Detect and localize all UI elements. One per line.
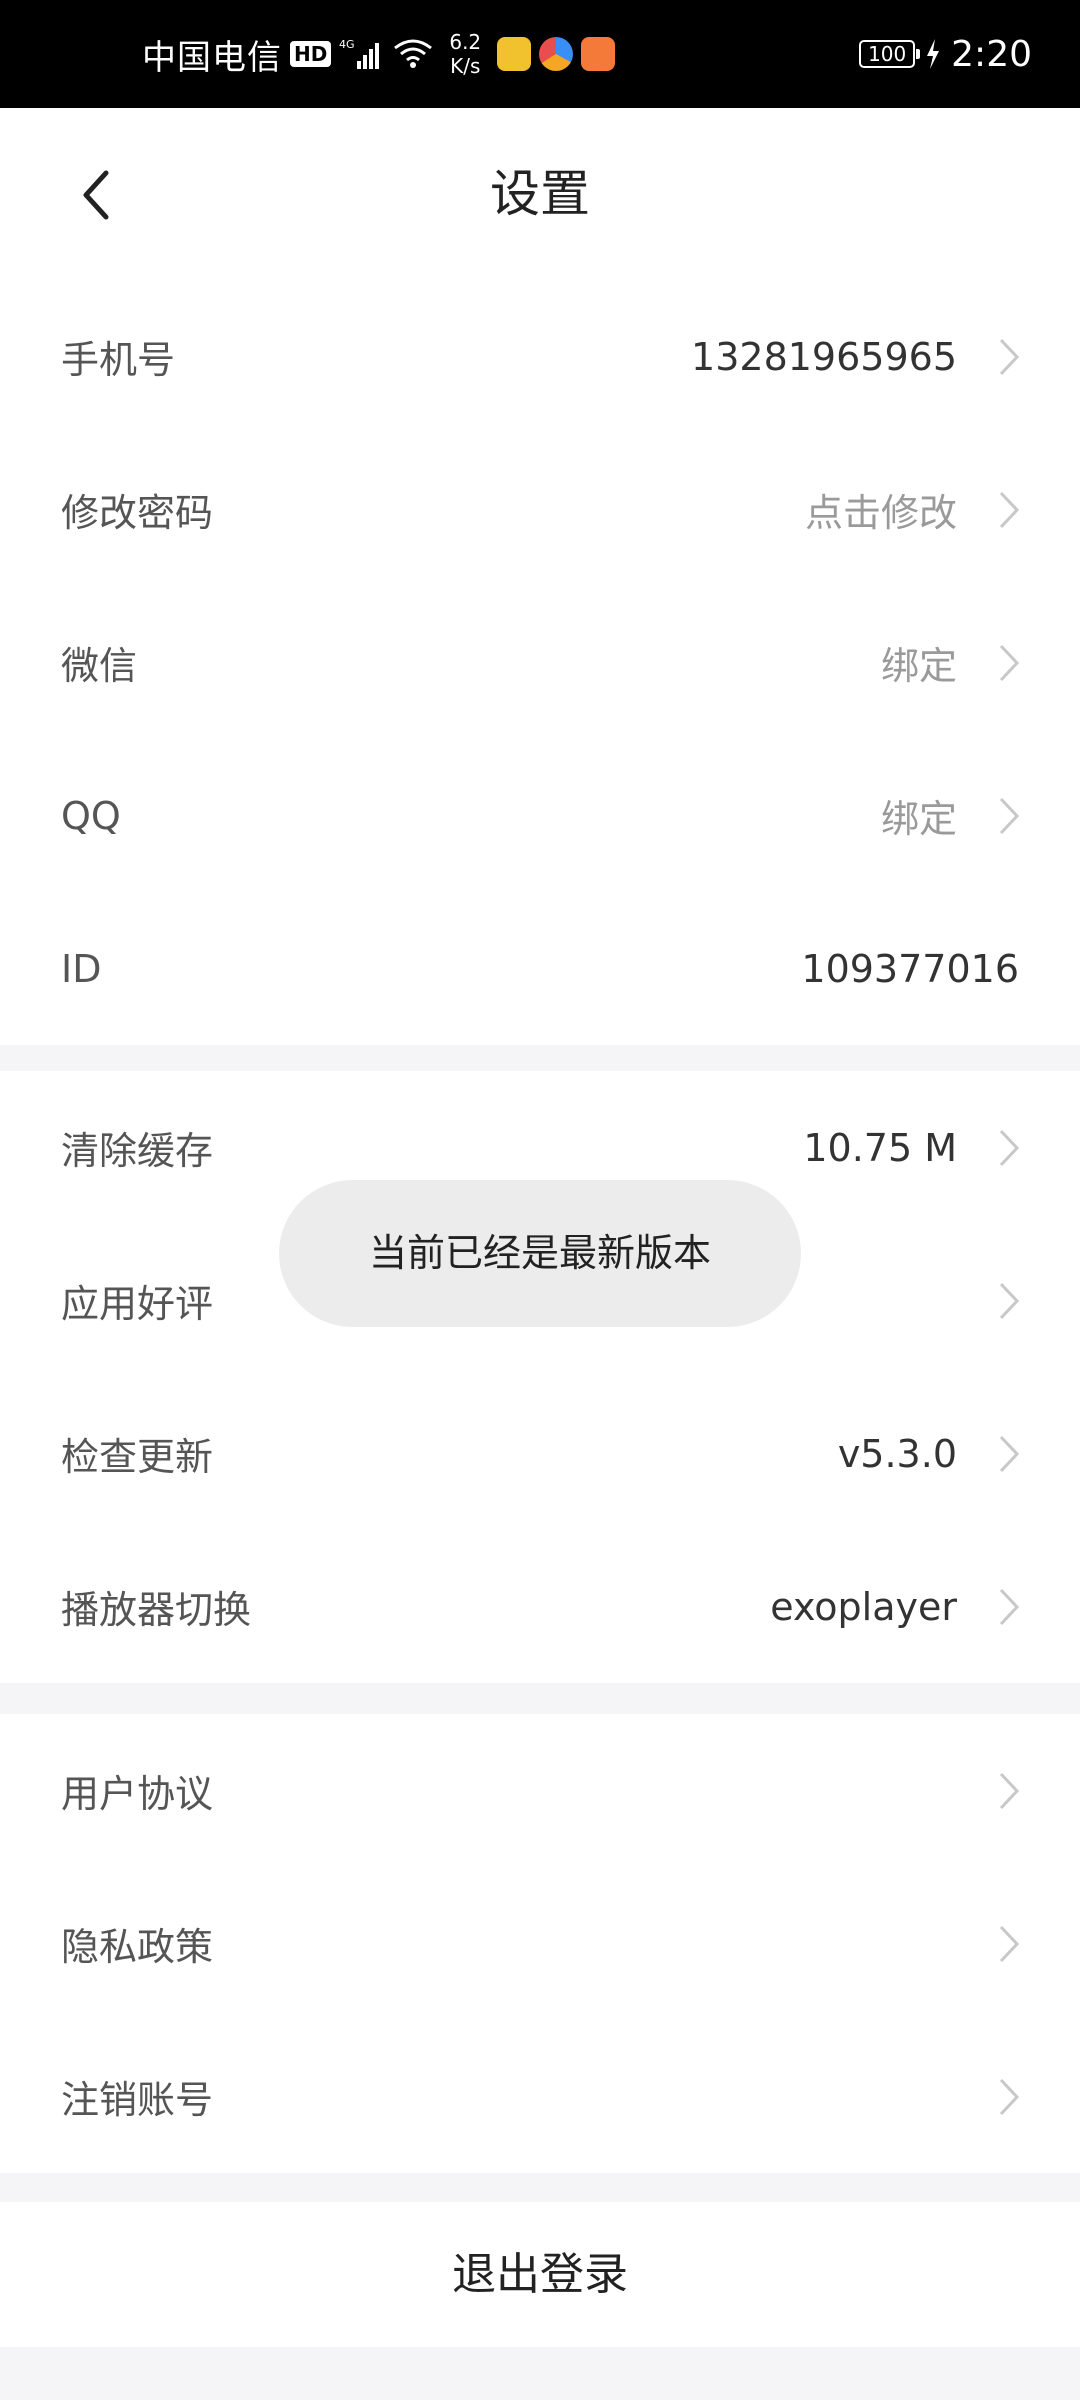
player-value: exoplayer [770,1584,957,1629]
network-speed: 6.2 K/s [449,30,481,78]
network-speed-unit: K/s [450,54,481,78]
chevron-right-icon [999,1925,1020,1962]
wechat-bind-value: 绑定 [880,644,957,688]
chevron-right-icon [999,1772,1020,1809]
cache-size-value: 10.75 M [803,1125,957,1170]
chevron-right-icon [999,2078,1020,2115]
version-value: v5.3.0 [837,1431,957,1476]
network-type: 4G [339,38,355,51]
chevron-right-icon [999,491,1020,528]
carrier-name: 中国电信 [142,37,282,78]
clock-time: 2:20 [951,33,1032,75]
chevron-right-icon [999,1129,1020,1166]
id-label: ID [61,946,102,991]
chevron-right-icon [999,1588,1020,1625]
page-title: 设置 [490,165,590,223]
back-button[interactable] [70,160,120,230]
qq-label: QQ [61,793,121,838]
change-password-value: 点击修改 [804,491,957,535]
browser-app-icon [539,37,574,71]
video-app-icon [581,37,616,71]
app-section: 清除缓存 10.75 M 应用好评 检查更新 v5.3.0 播放器切换 exop… [0,1071,1080,1683]
phone-label: 手机号 [61,338,176,382]
chevron-right-icon [999,644,1020,681]
id-value: 109377016 [801,946,1019,991]
delete-account-label: 注销账号 [61,2078,214,2122]
phone-row[interactable]: 手机号 13281965965 [0,280,1080,433]
app-header: 设置 [0,108,1080,280]
chevron-right-icon [999,1282,1020,1319]
qq-row[interactable]: QQ 绑定 [0,739,1080,892]
rate-app-label: 应用好评 [61,1282,214,1326]
chevron-right-icon [999,797,1020,834]
user-agreement-row[interactable]: 用户协议 [0,1714,1080,1867]
wechat-label: 微信 [61,644,138,688]
legal-section: 用户协议 隐私政策 注销账号 [0,1714,1080,2173]
account-section: 手机号 13281965965 修改密码 点击修改 微信 绑定 QQ 绑定 ID… [0,280,1080,1045]
check-update-label: 检查更新 [61,1435,214,1479]
signal-icon: 4G [339,38,380,69]
privacy-policy-row[interactable]: 隐私政策 [0,1867,1080,2020]
logout-button[interactable]: 退出登录 [0,2202,1080,2347]
chevron-right-icon [999,1435,1020,1472]
status-bar-left: 中国电信 HD 4G 6.2 K/s [142,0,616,108]
phone-value: 13281965965 [691,334,957,379]
wifi-icon [394,39,433,68]
status-bar: 中国电信 HD 4G 6.2 K/s 100 2:20 [0,0,1080,108]
id-row: ID 109377016 [0,892,1080,1045]
back-arrow-icon [83,170,109,220]
charging-icon [927,39,940,69]
clear-cache-label: 清除缓存 [61,1129,214,1173]
wechat-row[interactable]: 微信 绑定 [0,586,1080,739]
network-speed-value: 6.2 [449,30,482,54]
qq-bind-value: 绑定 [880,797,957,841]
user-agreement-label: 用户协议 [61,1772,214,1816]
check-update-row[interactable]: 检查更新 v5.3.0 [0,1377,1080,1530]
hd-badge: HD [290,41,332,67]
battery-icon: 100 [859,40,921,68]
toast-message: 当前已经是最新版本 [279,1180,801,1327]
privacy-policy-label: 隐私政策 [61,1925,214,1969]
player-switch-label: 播放器切换 [61,1588,252,1632]
change-password-row[interactable]: 修改密码 点击修改 [0,433,1080,586]
player-switch-row[interactable]: 播放器切换 exoplayer [0,1530,1080,1683]
status-bar-right: 100 2:20 [859,0,1032,108]
change-password-label: 修改密码 [61,491,214,535]
chevron-right-icon [999,338,1020,375]
delete-account-row[interactable]: 注销账号 [0,2020,1080,2173]
taxi-app-icon [497,37,532,71]
